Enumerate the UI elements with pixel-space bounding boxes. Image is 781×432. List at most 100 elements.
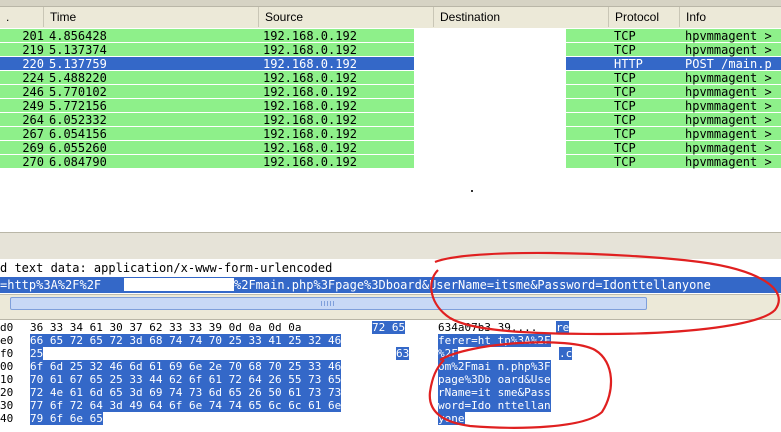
column-header-info[interactable]: Info — [680, 7, 781, 27]
packet-info: POST /main.p — [685, 57, 772, 71]
header-top-strip — [0, 0, 781, 7]
packet-source: 192.168.0.192 — [263, 57, 357, 71]
packet-protocol: TCP — [614, 113, 636, 127]
packet-protocol: TCP — [614, 71, 636, 85]
ascii-text-selected: re — [556, 321, 570, 334]
hex-offset: f0 — [0, 347, 14, 360]
packet-time: 5.770102 — [49, 85, 107, 99]
packet-info: hpvmmagent > — [685, 29, 772, 43]
stray-dot — [471, 190, 473, 192]
form-prefix: =http%3A%2F%2F — [0, 278, 102, 292]
hex-row[interactable]: d0 36 33 34 61 30 37 62 33 33 39 0d 0a 0d… — [0, 321, 781, 334]
packet-source: 192.168.0.192 — [263, 43, 357, 57]
hex-bytes-selected-end: 63 — [396, 347, 410, 360]
packet-protocol: TCP — [614, 141, 636, 155]
column-header-destination[interactable]: Destination — [434, 7, 609, 27]
packet-row[interactable]: 270 6.084790 192.168.0.192 TCP hpvmmagent > — [0, 155, 781, 169]
packet-row[interactable]: 249 5.772156 192.168.0.192 TCP hpvmmagent > — [0, 99, 781, 113]
packet-info: hpvmmagent > — [685, 113, 772, 127]
hex-offset: 00 — [0, 360, 14, 373]
packet-row[interactable]: 224 5.488220 192.168.0.192 TCP hpvmmagent > — [0, 71, 781, 85]
hex-offset: d0 — [0, 321, 14, 334]
packet-protocol: HTTP — [614, 57, 643, 71]
packet-no: 267 — [22, 127, 44, 141]
packet-protocol: TCP — [614, 29, 636, 43]
packet-protocol: TCP — [614, 127, 636, 141]
hex-bytes-selected: 77 6f 72 64 3d 49 64 6f 6e 74 74 65 6c 6… — [30, 399, 342, 412]
packet-time: 6.054156 — [49, 127, 107, 141]
hex-row[interactable]: 10 70 61 67 65 25 33 44 62 6f 61 72 64 26… — [0, 373, 781, 386]
destination-redaction — [414, 29, 566, 169]
hex-row[interactable]: 40 79 6f 6e 65 yone — [0, 412, 781, 425]
hex-row[interactable]: e0 66 65 72 65 72 3d 68 74 74 70 25 33 41… — [0, 334, 781, 347]
hex-bytes-selected: 70 61 67 65 25 33 44 62 6f 61 72 64 26 5… — [30, 373, 342, 386]
packet-source: 192.168.0.192 — [263, 29, 357, 43]
hex-dump-pane: d0 36 33 34 61 30 37 62 33 33 39 0d 0a 0d… — [0, 320, 781, 432]
packet-info: hpvmmagent > — [685, 43, 772, 57]
ascii-text-selected: ferer=ht tp%3A%2F — [438, 334, 551, 347]
packet-row[interactable]: 246 5.770102 192.168.0.192 TCP hpvmmagent > — [0, 85, 781, 99]
ascii-text-selected: rName=it sme&Pass — [438, 386, 551, 399]
ascii-text-selected: %2F — [438, 347, 458, 360]
column-header-time[interactable]: Time — [44, 7, 259, 27]
hex-row[interactable]: 30 77 6f 72 64 3d 49 64 6f 6e 74 74 65 6c… — [0, 399, 781, 412]
hex-bytes-selected: 25 — [30, 347, 44, 360]
packet-list: 201 4.856428 192.168.0.192 TCP hpvmmagent >2… — [0, 29, 781, 169]
packet-source: 192.168.0.192 — [263, 141, 357, 155]
packet-no: 201 — [22, 29, 44, 43]
packet-row[interactable]: 267 6.054156 192.168.0.192 TCP hpvmmagent > — [0, 127, 781, 141]
hex-offset: 10 — [0, 373, 14, 386]
packet-row[interactable]: 201 4.856428 192.168.0.192 TCP hpvmmagent > — [0, 29, 781, 43]
packet-no: 224 — [22, 71, 44, 85]
packet-time: 5.137374 — [49, 43, 107, 57]
detail-encoded-text[interactable]: d text data: application/x-www-form-urle… — [0, 261, 332, 275]
packet-protocol: TCP — [614, 155, 636, 169]
packet-no: 269 — [22, 141, 44, 155]
hex-bytes: 36 33 34 61 30 37 62 33 33 39 0d 0a 0d 0… — [30, 321, 302, 334]
hex-offset: e0 — [0, 334, 14, 347]
packet-source: 192.168.0.192 — [263, 71, 357, 85]
packet-source: 192.168.0.192 — [263, 99, 357, 113]
details-horizontal-scrollbar[interactable] — [0, 294, 781, 312]
packet-info: hpvmmagent > — [685, 99, 772, 113]
packet-row[interactable]: 269 6.055260 192.168.0.192 TCP hpvmmagent > — [0, 141, 781, 155]
hex-bytes-selected: 66 65 72 65 72 3d 68 74 74 70 25 33 41 2… — [30, 334, 342, 347]
column-header-protocol[interactable]: Protocol — [609, 7, 680, 27]
hex-redaction — [48, 348, 394, 360]
detail-form-item-selected[interactable]: =http%3A%2F%2F %2Fmain.php%3Fpage%3Dboar… — [0, 277, 781, 293]
packet-time: 6.055260 — [49, 141, 107, 155]
column-header-no[interactable]: . — [0, 7, 44, 27]
scrollbar-grip — [321, 301, 335, 306]
form-redaction — [124, 278, 234, 291]
pane-separator-2[interactable] — [0, 311, 781, 320]
hex-row[interactable]: 00 6f 6d 25 32 46 6d 61 69 6e 2e 70 68 70… — [0, 360, 781, 373]
packet-protocol: TCP — [614, 85, 636, 99]
ascii-text: 634a07b3 39.... — [438, 321, 538, 334]
packet-no: 249 — [22, 99, 44, 113]
packet-time: 6.052332 — [49, 113, 107, 127]
packet-no: 264 — [22, 113, 44, 127]
packet-source: 192.168.0.192 — [263, 113, 357, 127]
hex-row[interactable]: f0 25 %2F 63 .c — [0, 347, 781, 360]
hex-row[interactable]: 20 72 4e 61 6d 65 3d 69 74 73 6d 65 26 50… — [0, 386, 781, 399]
packet-source: 192.168.0.192 — [263, 155, 357, 169]
ascii-redaction — [462, 348, 558, 360]
column-header-source[interactable]: Source — [259, 7, 434, 27]
packet-info: hpvmmagent > — [685, 71, 772, 85]
packet-info: hpvmmagent > — [685, 155, 772, 169]
packet-info: hpvmmagent > — [685, 127, 772, 141]
scrollbar-thumb[interactable] — [10, 297, 647, 310]
packet-protocol: TCP — [614, 43, 636, 57]
packet-row[interactable]: 220 5.137759 192.168.0.192 HTTP POST /main.p — [0, 57, 781, 71]
form-suffix: %2Fmain.php%3Fpage%3Dboard&UserName=itsm… — [234, 278, 711, 292]
hex-offset: 20 — [0, 386, 14, 399]
packet-time: 5.772156 — [49, 99, 107, 113]
packet-row[interactable]: 264 6.052332 192.168.0.192 TCP hpvmmagent > — [0, 113, 781, 127]
hex-bytes-selected: 79 6f 6e 65 — [30, 412, 103, 425]
packet-time: 5.488220 — [49, 71, 107, 85]
packet-row[interactable]: 219 5.137374 192.168.0.192 TCP hpvmmagent > — [0, 43, 781, 57]
packet-protocol: TCP — [614, 99, 636, 113]
hex-bytes-selected: 6f 6d 25 32 46 6d 61 69 6e 2e 70 68 70 2… — [30, 360, 342, 373]
pane-separator[interactable] — [0, 232, 781, 260]
hex-offset: 40 — [0, 412, 14, 425]
